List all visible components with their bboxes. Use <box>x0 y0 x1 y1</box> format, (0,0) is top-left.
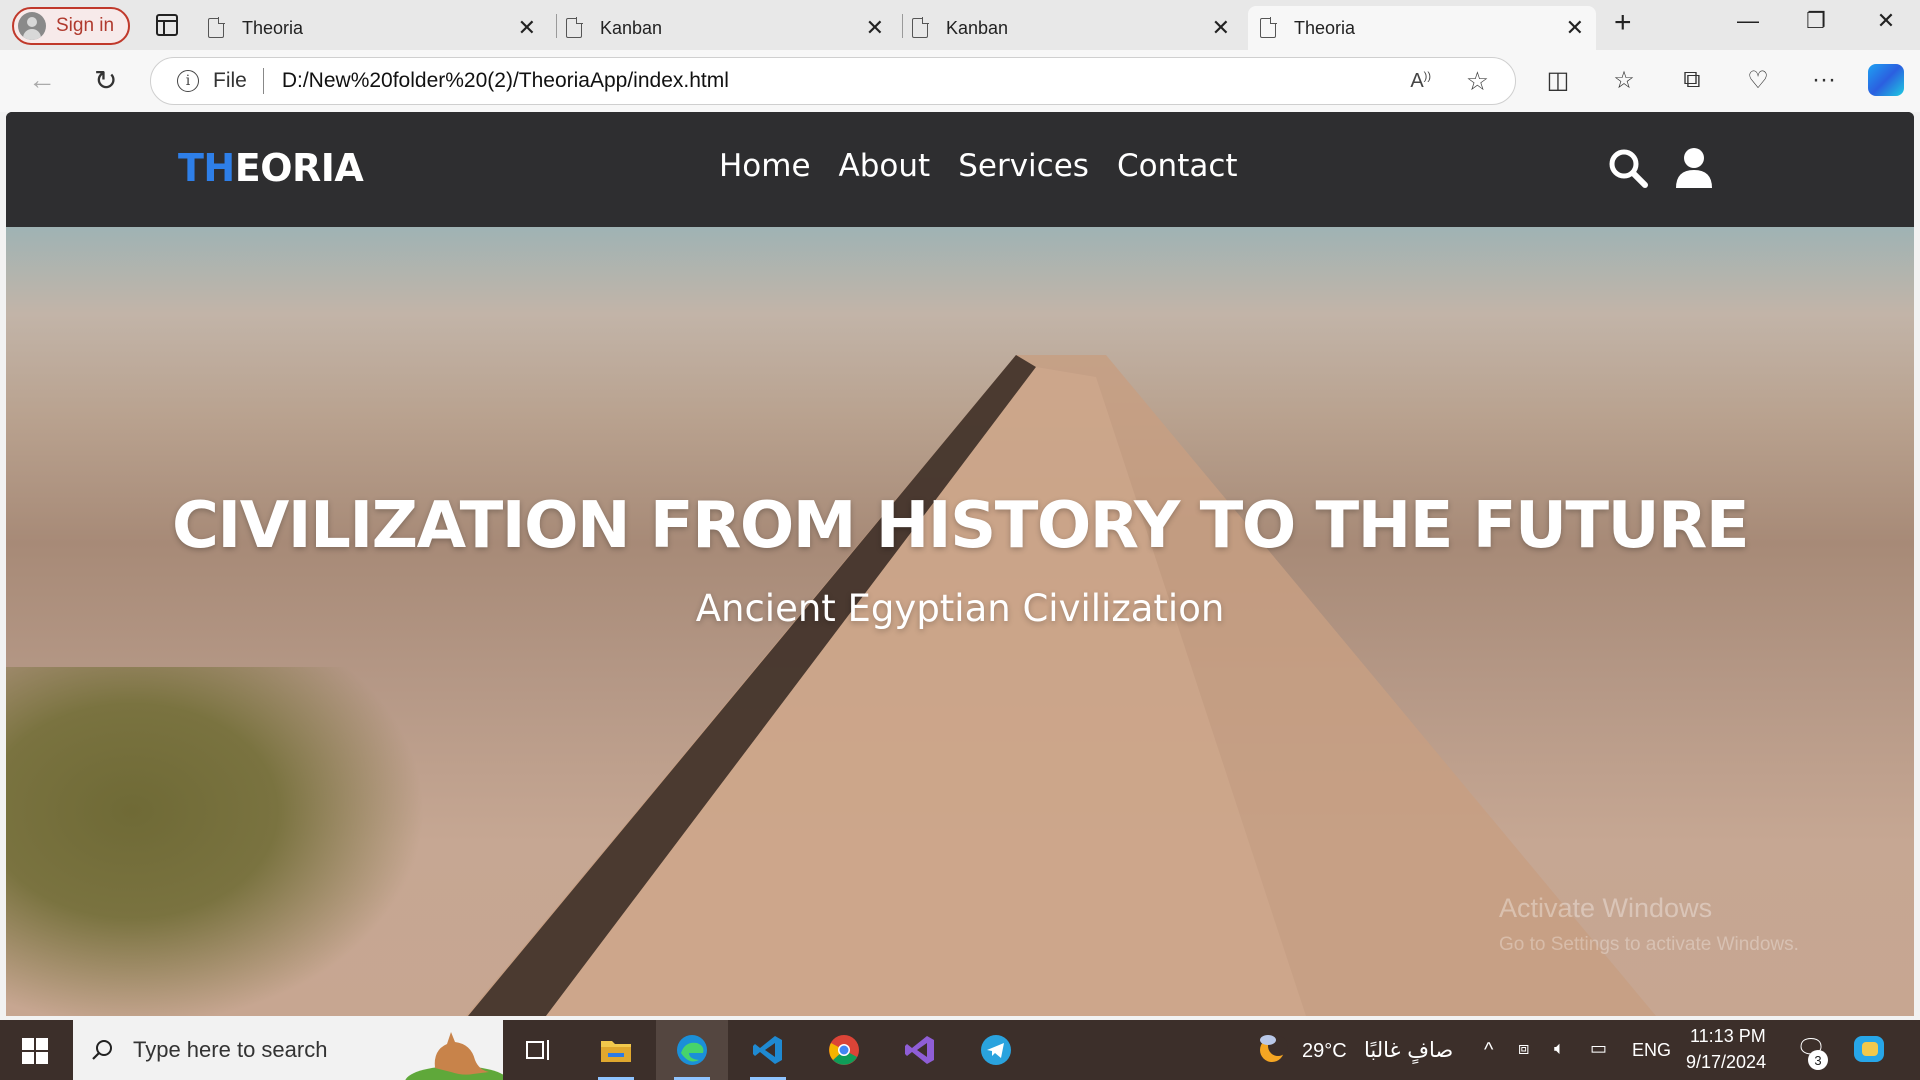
browser-toolbar: ← ↻ i File D:/New%20folder%20(2)/Theoria… <box>0 50 1920 112</box>
visual-studio-icon[interactable] <box>884 1020 956 1080</box>
new-tab-button[interactable]: + <box>1614 6 1632 40</box>
vscode-icon[interactable] <box>732 1020 804 1080</box>
tab-divider <box>902 14 903 38</box>
address-bar[interactable]: i File D:/New%20folder%20(2)/TheoriaApp/… <box>150 57 1516 105</box>
split-screen-icon[interactable]: ◫ <box>1542 66 1574 95</box>
user-icon[interactable] <box>1674 146 1714 190</box>
tab-kanban-1[interactable]: Kanban ✕ <box>566 6 896 50</box>
collections-icon[interactable]: ⧉ <box>1676 66 1708 94</box>
telegram-icon[interactable] <box>960 1020 1032 1080</box>
sign-in-label: Sign in <box>56 15 115 36</box>
copilot-icon[interactable] <box>1868 64 1904 96</box>
tab-theoria-active[interactable]: Theoria ✕ <box>1248 6 1596 50</box>
tab-actions-icon[interactable] <box>156 14 178 36</box>
info-icon[interactable]: i <box>177 70 199 92</box>
nav-home-link[interactable]: Home <box>719 148 811 184</box>
language-indicator[interactable]: ENG <box>1632 1040 1671 1061</box>
sign-in-button[interactable]: Sign in <box>12 7 130 45</box>
weather-temperature[interactable]: 29°C <box>1302 1040 1347 1063</box>
site-header: THEORIA Home About Services Contact <box>6 112 1914 227</box>
scheme-label: File <box>213 69 247 92</box>
nav-services-link[interactable]: Services <box>958 148 1089 184</box>
copilot-taskbar-icon[interactable] <box>1852 1032 1886 1066</box>
browser-tab-strip: Sign in Theoria ✕ Kanban ✕ Kanban ✕ Theo… <box>0 0 1920 50</box>
close-tab-icon[interactable]: ✕ <box>866 15 884 41</box>
taskbar-search-box[interactable]: Type here to search <box>73 1020 503 1080</box>
read-aloud-icon[interactable]: A)) <box>1410 70 1431 93</box>
search-icon[interactable] <box>1606 146 1650 190</box>
close-window-button[interactable]: ✕ <box>1866 8 1906 34</box>
minimize-button[interactable]: — <box>1728 8 1768 34</box>
favorites-icon[interactable]: ☆ <box>1608 66 1640 95</box>
restore-button[interactable]: ❐ <box>1796 8 1836 34</box>
reload-button[interactable]: ↻ <box>94 64 117 97</box>
logo-accent: TH <box>178 146 235 190</box>
hero-subtitle: Ancient Egyptian Civilization <box>695 587 1225 630</box>
weather-description[interactable]: صافٍ غالبًا <box>1364 1038 1453 1062</box>
close-tab-icon[interactable]: ✕ <box>1566 15 1584 41</box>
close-tab-icon[interactable]: ✕ <box>1212 15 1230 41</box>
logo-rest: EORIA <box>234 146 364 190</box>
tab-title: Kanban <box>946 17 1009 38</box>
browser-essentials-icon[interactable]: ♡ <box>1742 66 1774 95</box>
tab-divider <box>556 14 557 38</box>
volume-icon[interactable]: 🔈︎ <box>1554 1038 1565 1059</box>
main-nav: Home About Services Contact <box>719 148 1238 184</box>
windows-start-icon[interactable] <box>22 1038 48 1064</box>
file-explorer-icon[interactable] <box>580 1020 652 1080</box>
security-icon[interactable]: ⧈ <box>1518 1038 1529 1059</box>
activate-windows-hint: Go to Settings to activate Windows. <box>1499 934 1799 955</box>
page-viewport: THEORIA Home About Services Contact CIVI… <box>6 112 1914 1016</box>
search-icon <box>92 1040 112 1060</box>
task-view-icon[interactable] <box>504 1020 576 1080</box>
kangaroo-illustration-icon <box>405 1032 503 1080</box>
close-tab-icon[interactable]: ✕ <box>518 15 536 41</box>
weather-moon-icon[interactable] <box>1254 1032 1288 1064</box>
battery-icon[interactable]: ▭ <box>1590 1038 1607 1059</box>
page-icon <box>912 17 929 38</box>
tab-title: Kanban <box>600 17 663 38</box>
site-logo[interactable]: THEORIA <box>178 146 364 190</box>
notification-count-badge: 3 <box>1808 1050 1828 1070</box>
tab-kanban-2[interactable]: Kanban ✕ <box>912 6 1242 50</box>
page-icon <box>1260 17 1277 38</box>
more-menu-icon[interactable]: ··· <box>1808 66 1840 94</box>
hero-title: CIVILIZATION FROM HISTORY TO THE FUTURE <box>171 489 1750 563</box>
chrome-icon[interactable] <box>808 1020 880 1080</box>
clock-date[interactable]: 9/17/2024 <box>1686 1052 1766 1073</box>
clock-time[interactable]: 11:13 PM <box>1690 1026 1766 1047</box>
nav-contact-link[interactable]: Contact <box>1117 148 1238 184</box>
page-icon <box>208 17 225 38</box>
tab-title: Theoria <box>1294 17 1356 38</box>
url-text[interactable]: D:/New%20folder%20(2)/TheoriaApp/index.h… <box>282 69 729 93</box>
windows-taskbar: Type here to search ^ ⧈ 🔈︎ ▭ ENG 11:13 P… <box>0 1020 1920 1080</box>
nav-about-link[interactable]: About <box>839 148 931 184</box>
activate-windows-watermark: Activate Windows <box>1499 893 1713 923</box>
search-placeholder: Type here to search <box>133 1037 328 1062</box>
page-icon <box>566 17 583 38</box>
favorite-star-icon[interactable]: ☆ <box>1466 66 1489 97</box>
profile-avatar-icon <box>18 12 46 40</box>
tab-title: Theoria <box>242 17 304 38</box>
hero-section: CIVILIZATION FROM HISTORY TO THE FUTURE … <box>6 227 1914 1016</box>
tab-theoria-1[interactable]: Theoria ✕ <box>208 6 548 50</box>
back-button[interactable]: ← <box>28 64 56 96</box>
edge-browser-icon[interactable] <box>656 1020 728 1080</box>
address-divider <box>262 68 264 94</box>
tray-chevron-icon[interactable]: ^ <box>1484 1039 1493 1062</box>
